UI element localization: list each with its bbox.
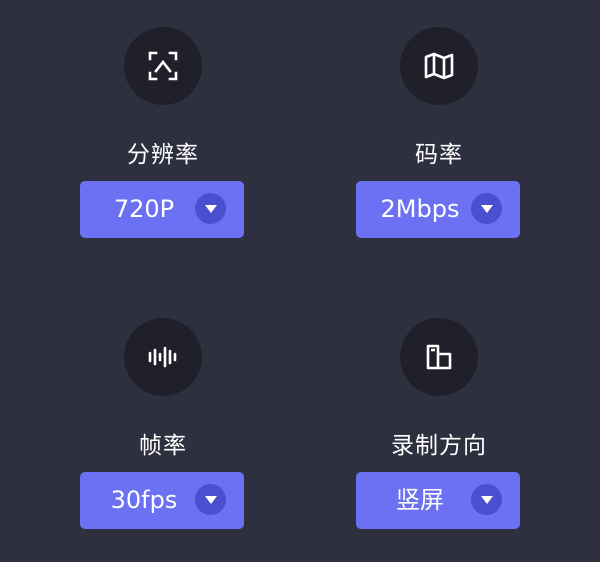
bitrate-label: 码率 <box>415 142 463 168</box>
bitrate-value: 2Mbps <box>380 195 460 223</box>
orientation-dropdown[interactable]: 竖屏 <box>356 472 520 529</box>
chevron-down-icon[interactable] <box>471 484 502 515</box>
framerate-label: 帧率 <box>139 433 187 459</box>
resolution-setting: 分辨率 720P <box>80 27 246 247</box>
orientation-label: 录制方向 <box>391 433 487 459</box>
framerate-setting: 帧率 30fps <box>80 318 246 538</box>
resolution-dropdown[interactable]: 720P <box>80 181 244 238</box>
orientation-setting: 录制方向 竖屏 <box>356 318 522 538</box>
screen-orientation-icon <box>400 318 478 396</box>
framerate-value: 30fps <box>110 486 178 514</box>
bitrate-dropdown[interactable]: 2Mbps <box>356 181 520 238</box>
resolution-label: 分辨率 <box>127 142 199 168</box>
bitrate-setting: 码率 2Mbps <box>356 27 522 247</box>
scan-icon <box>124 27 202 105</box>
map-icon <box>400 27 478 105</box>
chevron-down-icon[interactable] <box>471 193 502 224</box>
resolution-value: 720P <box>113 195 175 223</box>
waveform-icon <box>124 318 202 396</box>
chevron-down-icon[interactable] <box>195 193 226 224</box>
orientation-value: 竖屏 <box>396 486 444 514</box>
framerate-dropdown[interactable]: 30fps <box>80 472 244 529</box>
chevron-down-icon[interactable] <box>195 484 226 515</box>
